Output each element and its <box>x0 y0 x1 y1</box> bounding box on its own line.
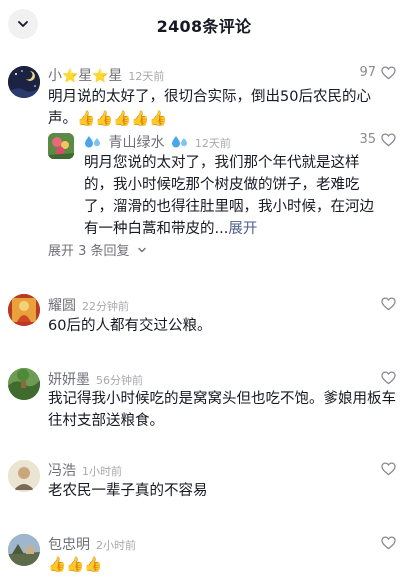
comment-item: 小⭐星⭐星 12天前 97 明月说的太好了，很切合实际，倒出50后农民的心声。👍… <box>0 60 408 260</box>
avatar-image <box>8 368 40 400</box>
reply-username[interactable]: 青山绿水 <box>84 132 189 152</box>
comment-time: 12天前 <box>128 70 165 83</box>
like-button[interactable]: 97 <box>359 65 396 80</box>
like-count: 35 <box>359 132 376 147</box>
comment-text: 60后的人都有交过公粮。 <box>48 318 212 334</box>
comment-item: 妍妍墨 56分钟前 我记得我小时候吃的是窝窝头但也吃不饱。爹娘用板车往村支部送粮… <box>0 362 408 442</box>
thumbs-up-emoji: 👍👍👍 <box>48 557 103 573</box>
comment-item: 包忠明 2小时前 👍👍👍 <box>0 528 408 581</box>
comment-time: 22分钟前 <box>82 300 129 313</box>
comment-username[interactable]: 包忠明 <box>48 534 90 554</box>
star-emoji: ⭐ <box>92 69 109 84</box>
comment-time: 2小时前 <box>96 539 136 552</box>
comment-count-title: 2408条评论 <box>156 17 252 36</box>
chevron-down-icon <box>137 247 146 252</box>
thumbs-up-emoji: 👍👍👍👍👍 <box>77 111 168 127</box>
avatar[interactable] <box>8 294 40 326</box>
like-button[interactable] <box>381 371 396 385</box>
avatar-image <box>48 133 74 159</box>
heart-icon <box>381 297 396 311</box>
avatar[interactable] <box>8 66 40 98</box>
avatar[interactable] <box>8 534 40 566</box>
heart-icon <box>381 371 396 385</box>
reply-time: 12天前 <box>194 137 231 150</box>
reply-text: 明月您说的太对了，我们那个年代就是这样的，我小时候吃那个树皮做的饼子，老难吃了，… <box>84 155 374 237</box>
reply-avatar[interactable] <box>48 133 74 159</box>
comment-time: 56分钟前 <box>96 374 143 387</box>
like-button[interactable] <box>381 462 396 476</box>
expand-text-link[interactable]: 展开 <box>228 221 257 237</box>
avatar-image <box>8 66 40 98</box>
comment-item: 冯浩 1小时前 老农民一辈子真的不容易 <box>0 454 408 514</box>
reply-like-button[interactable]: 35 <box>359 132 396 147</box>
avatar-image <box>8 534 40 566</box>
water-drops-icon <box>85 136 100 148</box>
like-count: 97 <box>359 65 376 80</box>
expand-replies-button[interactable]: 展开 3 条回复 <box>48 240 148 259</box>
avatar-image <box>8 294 40 326</box>
heart-icon <box>381 65 396 79</box>
comment-item: 耀圆 22分钟前 60后的人都有交过公粮。 <box>0 288 408 348</box>
comment-username[interactable]: 妍妍墨 <box>48 369 90 389</box>
like-button[interactable] <box>381 297 396 311</box>
like-button[interactable] <box>381 536 396 550</box>
comment-text: 我记得我小时候吃的是窝窝头但也吃不饱。爹娘用板车往村支部送粮食。 <box>48 391 396 429</box>
heart-icon <box>381 132 396 146</box>
comment-username[interactable]: 小⭐星⭐星 <box>48 65 122 85</box>
comments-header: 2408条评论 <box>0 0 408 48</box>
avatar[interactable] <box>8 460 40 492</box>
avatar-image <box>8 460 40 492</box>
water-drops-icon <box>171 136 187 148</box>
comment-text: 明月说的太好了，很切合实际，倒出50后农民的心声。👍👍👍👍👍 <box>48 86 398 130</box>
heart-icon <box>381 462 396 476</box>
heart-icon <box>381 536 396 550</box>
comment-username[interactable]: 耀圆 <box>48 295 76 315</box>
star-emoji: ⭐ <box>62 69 79 84</box>
comment-username[interactable]: 冯浩 <box>48 460 76 480</box>
comment-text: 老农民一辈子真的不容易 <box>48 483 208 499</box>
avatar[interactable] <box>8 368 40 400</box>
comment-time: 1小时前 <box>82 465 122 478</box>
